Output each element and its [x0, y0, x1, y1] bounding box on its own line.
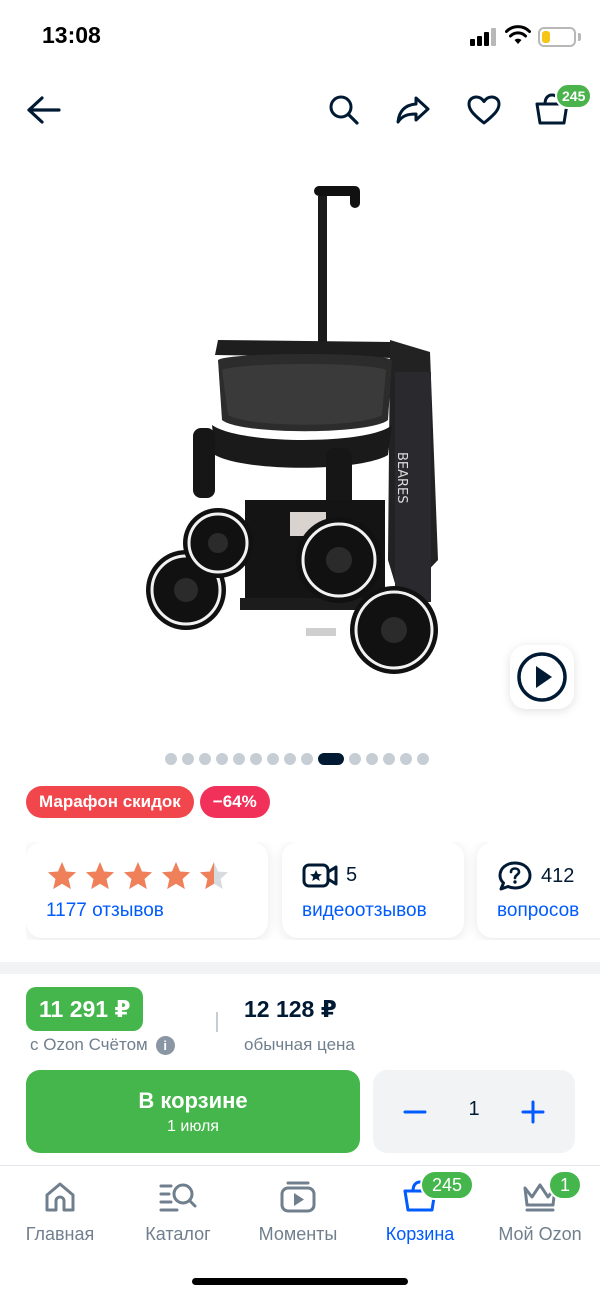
tab-moments-label: Моменты — [258, 1224, 338, 1244]
heart-icon — [467, 95, 501, 125]
gallery-dot[interactable] — [216, 753, 228, 765]
gallery-dot[interactable] — [366, 753, 378, 765]
tab-my-ozon[interactable]: Мой Ozon — [480, 1176, 600, 1245]
gallery-dot[interactable] — [199, 753, 211, 765]
rating-stars — [46, 860, 230, 892]
gallery-pagination[interactable] — [165, 753, 429, 765]
tab-catalog-label: Каталог — [145, 1224, 211, 1244]
battery-cap — [578, 33, 581, 41]
regular-price: 12 128 ₽ — [244, 996, 337, 1022]
tab-home[interactable]: Главная — [0, 1176, 120, 1245]
star-icon — [48, 862, 76, 889]
reviews-card[interactable]: 1177 отзывов — [26, 842, 268, 938]
in-cart-button-title: В корзине — [138, 1088, 248, 1113]
share-button[interactable] — [391, 88, 435, 132]
gallery-dot[interactable] — [417, 753, 429, 765]
ozon-card-price-label: с Ozon Счётом — [30, 1035, 148, 1054]
gallery-dot[interactable] — [383, 753, 395, 765]
search-button[interactable] — [322, 88, 366, 132]
promo-badges: Марафон скидок −64% — [26, 786, 270, 818]
star-icon — [86, 862, 114, 889]
info-icon[interactable]: i — [155, 1035, 175, 1055]
gallery-dot[interactable] — [400, 753, 412, 765]
video-reviews-count: 5 — [346, 863, 358, 886]
questions-link[interactable]: вопросов — [497, 900, 579, 922]
favorite-button[interactable] — [462, 88, 506, 132]
video-reviews-count-row: 5 — [302, 860, 357, 890]
ozon-card-price: 11 291 ₽ — [26, 987, 144, 1031]
gallery-dot[interactable] — [250, 753, 262, 765]
battery-icon — [538, 27, 576, 47]
question-bubble-icon — [498, 861, 532, 891]
regular-price-label: обычная цена — [244, 1035, 355, 1054]
search-icon — [329, 95, 359, 125]
gallery-dot[interactable] — [233, 753, 245, 765]
reviews-link[interactable]: 1177 отзывов — [46, 900, 164, 922]
gallery-dot[interactable] — [165, 753, 177, 765]
arrow-left-icon — [27, 96, 61, 124]
star-icon — [162, 862, 190, 889]
home-indicator — [192, 1278, 408, 1285]
video-play-button[interactable] — [510, 645, 574, 709]
tab-cart-badge: 245 — [420, 1170, 475, 1200]
tab-moments[interactable]: Моменты — [238, 1176, 358, 1245]
battery-level — [542, 31, 550, 43]
video-reviews-link[interactable]: видеоотзывов — [302, 900, 427, 922]
tab-cart-label: Корзина — [385, 1224, 455, 1244]
gallery-dot[interactable] — [301, 753, 313, 765]
decrease-quantity-button[interactable] — [393, 1090, 437, 1134]
gallery-dot[interactable] — [349, 753, 361, 765]
tab-catalog[interactable]: Каталог — [118, 1176, 238, 1245]
info-cards: 1177 отзывов 5 видеоотзывов 412 вопросов — [26, 842, 600, 940]
quantity-stepper: 1 — [373, 1070, 575, 1153]
increase-quantity-button[interactable] — [511, 1090, 555, 1134]
star-icon — [124, 862, 152, 889]
delivery-date: 1 июля — [167, 1118, 219, 1135]
plus-icon — [521, 1100, 545, 1124]
section-divider — [0, 962, 600, 974]
play-icon — [517, 652, 567, 702]
cart-count-badge: 245 — [555, 83, 593, 109]
marathon-badge[interactable]: Марафон скидок — [26, 786, 194, 818]
minus-icon — [403, 1110, 427, 1114]
questions-count-row: 412 — [497, 860, 574, 892]
discount-badge: −64% — [199, 786, 270, 818]
back-button[interactable] — [22, 88, 66, 132]
moments-icon — [280, 1181, 316, 1213]
stroller-image: BEARES — [146, 186, 438, 674]
status-time: 13:08 — [42, 22, 101, 48]
tab-home-label: Главная — [25, 1224, 95, 1244]
tab-my-ozon-badge: 1 — [548, 1170, 583, 1200]
star-icon — [200, 862, 228, 889]
questions-card[interactable]: 412 вопросов — [477, 842, 600, 938]
top-navigation — [0, 80, 600, 140]
product-image[interactable]: BEARES — [0, 170, 600, 730]
ozon-card-price-label-row: с Ozon Счётом i — [30, 1035, 175, 1055]
gallery-dot-active[interactable] — [318, 753, 344, 765]
home-icon — [45, 1182, 75, 1212]
gallery-dot[interactable] — [182, 753, 194, 765]
catalog-icon — [159, 1183, 197, 1212]
signal-icon — [470, 28, 496, 46]
quantity-value: 1 — [468, 1098, 480, 1120]
stroller-brand: BEARES — [394, 452, 409, 504]
gallery-dot[interactable] — [267, 753, 279, 765]
status-bar: 13:08 — [0, 0, 600, 72]
video-reviews-card[interactable]: 5 видеоотзывов — [282, 842, 464, 938]
questions-count: 412 — [541, 864, 575, 887]
in-cart-button[interactable]: В корзине 1 июля — [26, 1070, 360, 1153]
price-divider — [216, 1012, 218, 1032]
video-camera-icon — [302, 863, 338, 888]
gallery-dot[interactable] — [284, 753, 296, 765]
tab-my-ozon-label: Мой Ozon — [498, 1224, 582, 1244]
share-icon — [396, 96, 430, 124]
wifi-icon — [505, 25, 531, 44]
